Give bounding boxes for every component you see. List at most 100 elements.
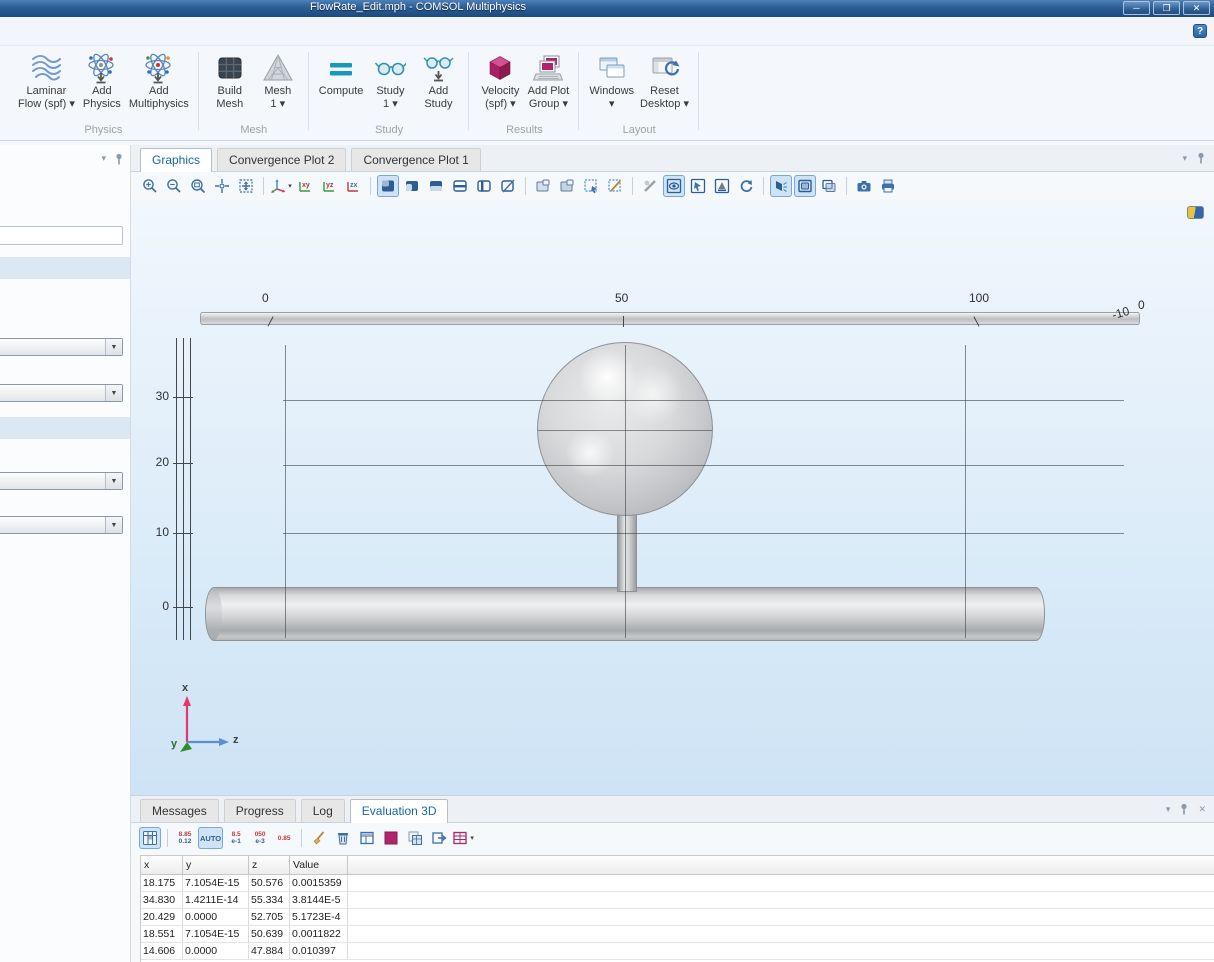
settings-section-header[interactable] [0,257,131,279]
pin-icon[interactable] [114,153,124,165]
table-row[interactable]: 20.429 0.0000 52.705 5.1723E-4 [141,909,1214,926]
reset-desktop-button[interactable]: Reset Desktop ▾ [637,48,692,111]
close-button[interactable]: ✕ [1183,1,1210,15]
fit-window-button[interactable] [235,175,257,197]
view-preset-6-button[interactable] [497,175,519,197]
ribbon-group-label: Physics [15,123,192,140]
close-panel-icon[interactable]: ✕ [1198,804,1206,815]
graphics-badge-icon[interactable] [1187,206,1204,219]
view-preset-2-button[interactable] [401,175,423,197]
zoom-in-button[interactable] [139,175,161,197]
tab-convergence-plot-1[interactable]: Convergence Plot 1 [351,148,480,171]
column-header-z[interactable]: z [249,856,290,874]
xy-view-button[interactable]: xy [294,175,316,197]
depth-tick-label: 0 [1138,298,1145,312]
settings-dropdown-3[interactable]: ▼ [0,472,123,490]
full-precision-button[interactable]: 8.850.12 [174,827,196,849]
image-snapshot-button[interactable] [532,175,554,197]
restore-button[interactable]: ❐ [1153,1,1180,15]
show-hidden-button[interactable] [711,175,733,197]
scientific-notation-button[interactable]: 8.5e-1 [225,827,247,849]
settings-dropdown-2[interactable]: ▼ [0,384,123,402]
auto-precision-button[interactable]: AUTO [198,827,223,849]
collapse-icon[interactable]: ▾ [1166,804,1171,815]
help-button[interactable]: ? [1193,24,1207,38]
windows-button[interactable]: Windows ▾ [586,48,637,111]
select-box-button[interactable] [580,175,602,197]
triad-z-label: z [233,734,239,746]
collapse-icon[interactable]: ▾ [1182,153,1187,164]
reset-hiding-button[interactable] [735,175,757,197]
table-display-button[interactable]: ▾ [452,827,474,849]
study-1-button[interactable]: Study 1 ▾ [366,48,414,111]
view-hidden-button[interactable] [663,175,685,197]
zoom-box-button[interactable] [187,175,209,197]
graphics-canvas[interactable]: 0 50 100 -10 0 30 20 10 0 [131,200,1214,795]
settings-text-input[interactable] [0,226,123,245]
decimal-notation-button[interactable]: 0.85 [273,827,295,849]
tab-graphics[interactable]: Graphics [140,148,212,172]
clear-table-button[interactable] [308,827,330,849]
settings-section-header[interactable] [0,417,131,439]
copy-table-button[interactable] [404,827,426,849]
velocity-button[interactable]: Velocity (spf) ▾ [476,48,524,111]
tab-convergence-plot-2[interactable]: Convergence Plot 2 [217,148,346,171]
column-header-x[interactable]: x [141,856,183,874]
add-physics-button[interactable]: Add Physics [78,48,126,111]
column-header-y[interactable]: y [183,856,249,874]
minimize-button[interactable]: ─ [1123,1,1150,15]
delete-table-button[interactable] [332,827,354,849]
button-label: ▾ [609,98,615,111]
settings-dropdown-4[interactable]: ▼ [0,516,123,534]
svg-text:zx: zx [350,182,358,189]
view-preset-5-button[interactable] [473,175,495,197]
tab-log[interactable]: Log [301,799,345,822]
plot-color-button[interactable] [380,827,402,849]
transparency-button[interactable] [818,175,840,197]
tab-progress[interactable]: Progress [224,799,296,822]
column-header-value[interactable]: Value [290,856,348,874]
hide-objects-button[interactable] [639,175,661,197]
tab-evaluation-3d[interactable]: Evaluation 3D [350,799,449,823]
table-row[interactable]: 18.175 7.1054E-15 50.576 0.0015359 [141,875,1214,892]
view-orientation-button[interactable]: ▾ [270,175,292,197]
table-settings-button[interactable] [356,827,378,849]
print-button[interactable] [877,175,899,197]
ribbon-group-label: Mesh [206,123,302,140]
view-preset-4-button[interactable] [449,175,471,197]
view-preset-3-button[interactable] [425,175,447,197]
mesh-1-button[interactable]: Mesh 1 ▾ [254,48,302,111]
table-row[interactable]: 14.606 0.0000 47.884 0.010397 [141,943,1214,960]
view-preset-1-button[interactable] [377,175,399,197]
image-export-button[interactable] [556,175,578,197]
settings-dropdown-1[interactable]: ▼ [0,338,123,356]
title-bar: FlowRate_Edit.mph - COMSOL Multiphysics … [0,0,1214,17]
export-table-button[interactable] [428,827,450,849]
button-label: Study [376,85,404,98]
pin-icon[interactable] [1179,803,1189,815]
pin-icon[interactable] [1196,152,1206,164]
update-table-button[interactable] [139,827,161,849]
deselect-box-button[interactable] [604,175,626,197]
hide-selected-button[interactable] [687,175,709,197]
yz-view-button[interactable]: yz [318,175,340,197]
table-row[interactable]: 34.830 1.4211E-14 55.334 3.8144E-5 [141,892,1214,909]
tab-messages[interactable]: Messages [140,799,219,822]
collapse-icon[interactable]: ▾ [101,153,106,165]
engineering-notation-button[interactable]: 050e-3 [249,827,271,849]
environment-reflection-button[interactable] [794,175,816,197]
table-row[interactable]: 18.551 7.1054E-15 50.639 0.0011822 [141,926,1214,943]
laminar-flow-button[interactable]: Laminar Flow (spf) ▾ [15,48,78,111]
zoom-extents-button[interactable] [211,175,233,197]
build-mesh-button[interactable]: Build Mesh [206,48,254,111]
add-multiphysics-button[interactable]: Add Multiphysics [126,48,192,111]
snapshot-camera-button[interactable] [853,175,875,197]
compute-button[interactable]: Compute [316,48,367,98]
scene-light-button[interactable] [770,175,792,197]
add-plot-group-button[interactable]: Add Plot Group ▾ [524,48,572,111]
zx-view-button[interactable]: zx [342,175,364,197]
zoom-out-button[interactable] [163,175,185,197]
add-study-button[interactable]: Add Study [414,48,462,111]
cell-value: 0.010397 [290,943,348,959]
vertical-pipe-geometry[interactable] [617,514,637,592]
